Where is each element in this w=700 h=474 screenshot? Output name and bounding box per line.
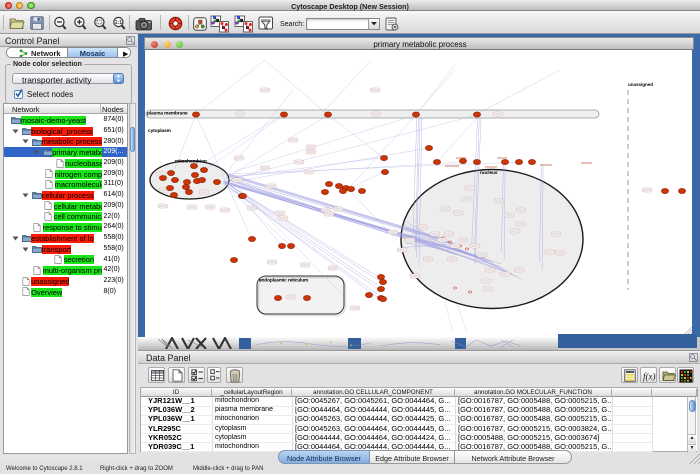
svg-text:mitochondrion: mitochondrion [175,159,207,165]
svg-text:endoplasmic reticulum: endoplasmic reticulum [259,278,308,284]
svg-text:1:1: 1:1 [115,20,122,26]
svg-text:nucleus: nucleus [480,170,498,176]
svg-text:f(x): f(x) [643,372,656,382]
svg-text:unassigned: unassigned [628,82,653,87]
svg-text:plasma membrane: plasma membrane [147,111,188,117]
svg-text:cytoplasm: cytoplasm [148,128,171,134]
